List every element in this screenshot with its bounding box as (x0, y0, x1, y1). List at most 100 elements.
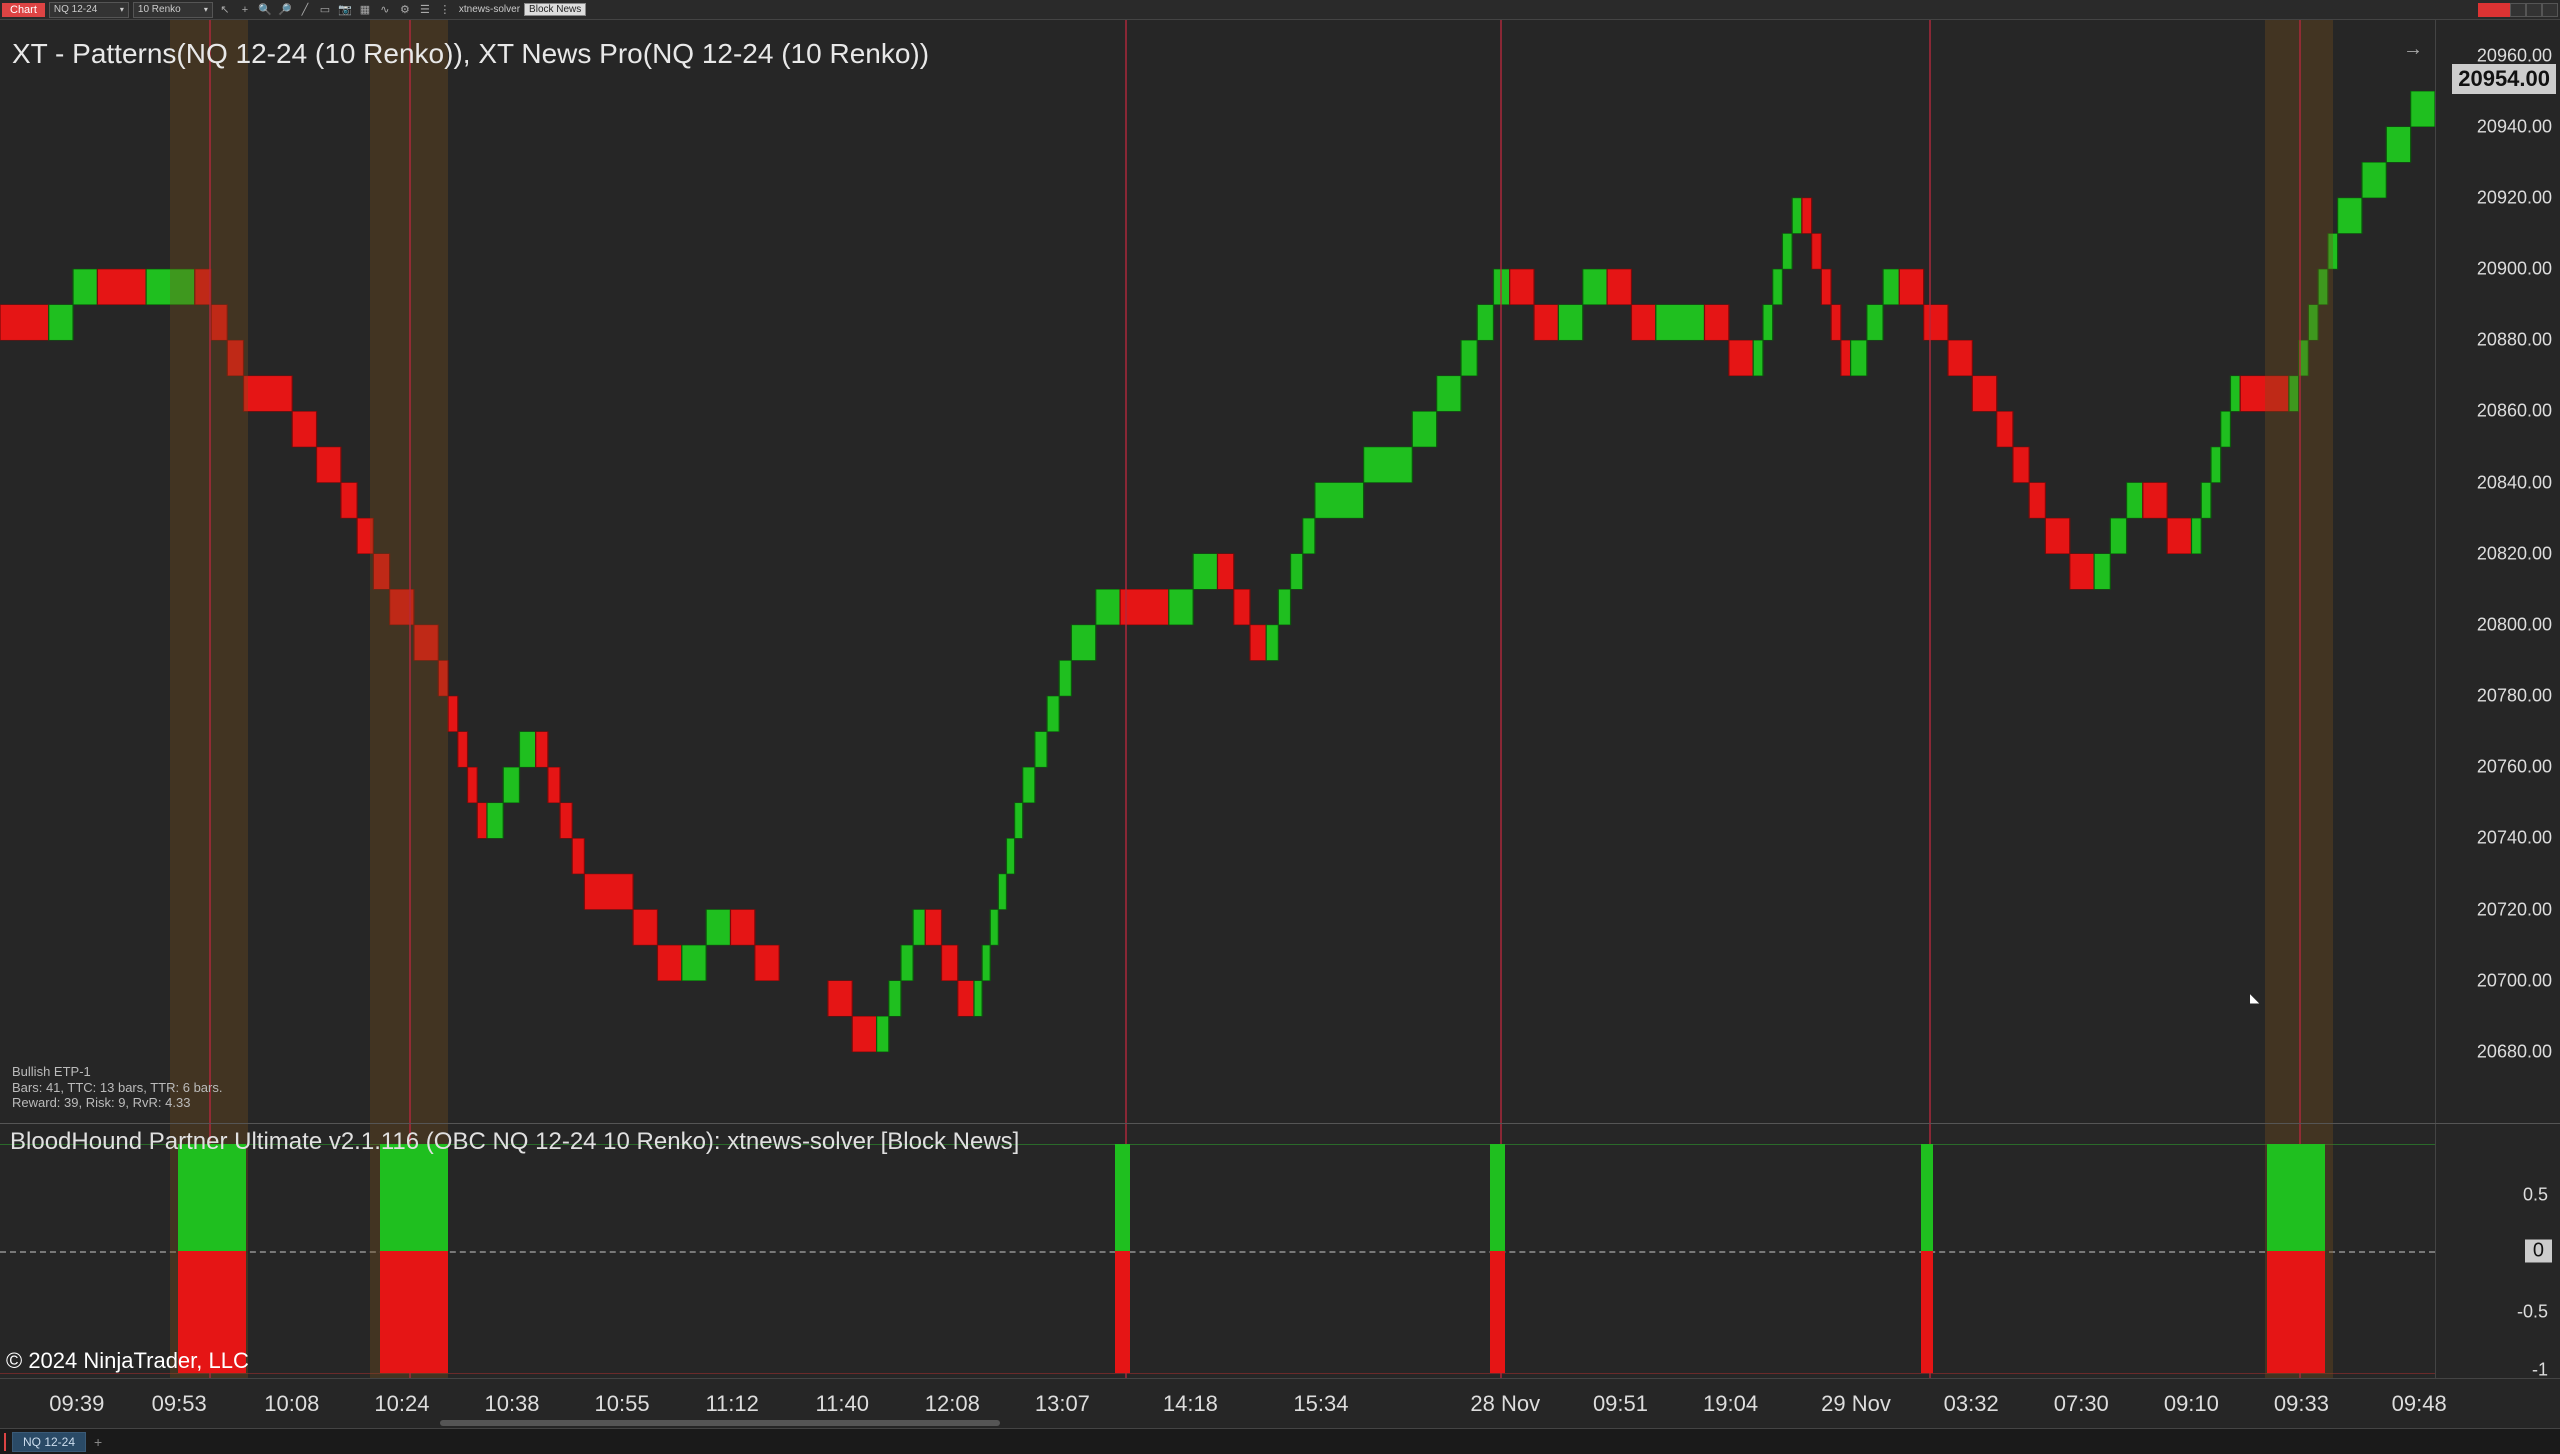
indicator-short-bar (1115, 1251, 1130, 1373)
workspace: XT - Patterns(NQ 12-24 (10 Renko)), XT N… (0, 20, 2560, 1428)
maximize-icon[interactable] (2526, 3, 2542, 17)
app-window: Chart NQ 12-24 10 Renko ↖ + 🔍 🔎 ╱ ▭ 📷 ▦ … (0, 0, 2560, 1454)
indicator-long-bar (380, 1144, 448, 1251)
indicator-long-bar (1921, 1144, 1933, 1251)
indicator-short-bar (1490, 1251, 1505, 1373)
zoom-in-icon[interactable]: 🔍 (257, 2, 273, 18)
news-vline (409, 20, 411, 1123)
time-tick: 10:08 (264, 1391, 319, 1417)
y-tick: 20800.00 (2477, 614, 2552, 635)
time-tick: 11:40 (816, 1391, 869, 1417)
news-vline (1500, 20, 1502, 1123)
indicator-y-tick: -0.5 (2517, 1301, 2548, 1322)
time-tick: 09:33 (2274, 1391, 2329, 1417)
zoom-out-icon[interactable]: 🔎 (277, 2, 293, 18)
scroll-right-icon[interactable]: → (2403, 38, 2423, 61)
strategies-icon[interactable]: ⚙ (397, 2, 413, 18)
copyright-label: © 2024 NinjaTrader, LLC (6, 1348, 249, 1374)
time-tick: 10:55 (595, 1391, 650, 1417)
renko-price-chart (0, 20, 2435, 1123)
indicator-area[interactable]: BloodHound Partner Ultimate v2.1.116 (OB… (0, 1124, 2435, 1378)
indicators-icon[interactable]: ∿ (377, 2, 393, 18)
draw-line-icon[interactable]: ╱ (297, 2, 313, 18)
data-series-icon[interactable]: ▦ (357, 2, 373, 18)
interval-select[interactable]: 10 Renko (133, 2, 213, 18)
news-vline (1125, 20, 1127, 1123)
time-tick: 10:38 (484, 1391, 539, 1417)
indicator-long-bar (1490, 1144, 1505, 1251)
tab-bar: NQ 12-24 + (0, 1428, 2560, 1454)
time-axis[interactable]: 09:39 09:53 10:08 10:24 10:38 10:55 11:12 11:40… (0, 1378, 2560, 1428)
time-tick: 03:32 (1944, 1391, 1999, 1417)
time-tick: 13:07 (1035, 1391, 1090, 1417)
properties-icon[interactable]: ☰ (417, 2, 433, 18)
indicator-zero-line (0, 1251, 2435, 1253)
solver-label: xtnews-solver (459, 4, 520, 15)
toolbar: Chart NQ 12-24 10 Renko ↖ + 🔍 🔎 ╱ ▭ 📷 ▦ … (0, 0, 2560, 20)
link-color-icon[interactable] (2478, 3, 2494, 17)
y-tick: 20940.00 (2477, 116, 2552, 137)
y-tick: 20920.00 (2477, 187, 2552, 208)
horizontal-scrollbar[interactable] (440, 1420, 1000, 1426)
time-tick: 09:51 (1593, 1391, 1648, 1417)
crosshair-icon[interactable]: + (237, 2, 253, 18)
block-news-button[interactable]: Block News (524, 3, 586, 16)
tab-sep-icon (4, 1433, 6, 1451)
snapshot-icon[interactable]: 📷 (337, 2, 353, 18)
indicator-short-bar (1921, 1251, 1933, 1373)
instrument-tab[interactable]: NQ 12-24 (12, 1432, 86, 1452)
y-tick: 20760.00 (2477, 757, 2552, 778)
current-price-label: 20954.00 (2452, 64, 2556, 94)
indicator-long-bar (178, 1144, 246, 1251)
time-tick: 28 Nov (1470, 1391, 1540, 1417)
chart-title: XT - Patterns(NQ 12-24 (10 Renko)), XT N… (12, 38, 929, 70)
indicator-short-bar (2267, 1251, 2325, 1373)
indicator-title: BloodHound Partner Ultimate v2.1.116 (OB… (10, 1128, 1019, 1156)
close-icon[interactable] (2542, 3, 2558, 17)
add-tab-icon[interactable]: + (88, 1434, 108, 1450)
price-y-axis[interactable]: 20960.0020940.0020920.0020900.0020880.00… (2435, 20, 2560, 1123)
indicator-y-axis[interactable]: 0 0.5-0.5-1 (2435, 1124, 2560, 1378)
time-tick: 07:30 (2054, 1391, 2109, 1417)
time-tick: 14:18 (1163, 1391, 1218, 1417)
mouse-cursor-icon: ◣ (2250, 991, 2256, 1001)
indicator-pane: BloodHound Partner Ultimate v2.1.116 (OB… (0, 1123, 2560, 1378)
indicator-short-bar (380, 1251, 448, 1373)
time-tick: 09:48 (2392, 1391, 2447, 1417)
indicator-y-tick: 0.5 (2523, 1185, 2548, 1206)
indicator-long-bar (1115, 1144, 1130, 1251)
templates-icon[interactable]: ⋮ (437, 2, 453, 18)
time-tick: 15:34 (1293, 1391, 1348, 1417)
link-color2-icon[interactable] (2494, 3, 2510, 17)
indicator-long-bar (2267, 1144, 2325, 1251)
pattern-info: Bullish ETP-1 Bars: 41, TTC: 13 bars, TT… (12, 1064, 222, 1111)
indicator-lower-line (0, 1373, 2435, 1374)
time-tick: 11:12 (705, 1391, 758, 1417)
time-tick: 19:04 (1703, 1391, 1758, 1417)
time-tick: 29 Nov (1821, 1391, 1891, 1417)
info-line3: Reward: 39, Risk: 9, RvR: 4.33 (12, 1095, 222, 1111)
cursor-icon[interactable]: ↖ (217, 2, 233, 18)
chart-tab-button[interactable]: Chart (2, 3, 45, 17)
time-tick: 10:24 (374, 1391, 429, 1417)
y-tick: 20820.00 (2477, 543, 2552, 564)
news-vline (2299, 20, 2301, 1123)
time-tick: 09:39 (49, 1391, 104, 1417)
draw-rect-icon[interactable]: ▭ (317, 2, 333, 18)
y-tick: 20700.00 (2477, 970, 2552, 991)
minimize-icon[interactable] (2510, 3, 2526, 17)
y-tick: 20860.00 (2477, 401, 2552, 422)
news-vline (1929, 20, 1931, 1123)
y-tick: 20880.00 (2477, 330, 2552, 351)
chart-area[interactable]: XT - Patterns(NQ 12-24 (10 Renko)), XT N… (0, 20, 2435, 1123)
y-tick: 20900.00 (2477, 259, 2552, 280)
indicator-zero-label: 0 (2525, 1240, 2552, 1263)
y-tick: 20840.00 (2477, 472, 2552, 493)
time-tick: 09:10 (2164, 1391, 2219, 1417)
info-line1: Bullish ETP-1 (12, 1064, 222, 1080)
news-vline (209, 20, 211, 1123)
info-line2: Bars: 41, TTC: 13 bars, TTR: 6 bars. (12, 1080, 222, 1096)
time-tick: 09:53 (152, 1391, 207, 1417)
symbol-select[interactable]: NQ 12-24 (49, 2, 129, 18)
y-tick: 20780.00 (2477, 686, 2552, 707)
